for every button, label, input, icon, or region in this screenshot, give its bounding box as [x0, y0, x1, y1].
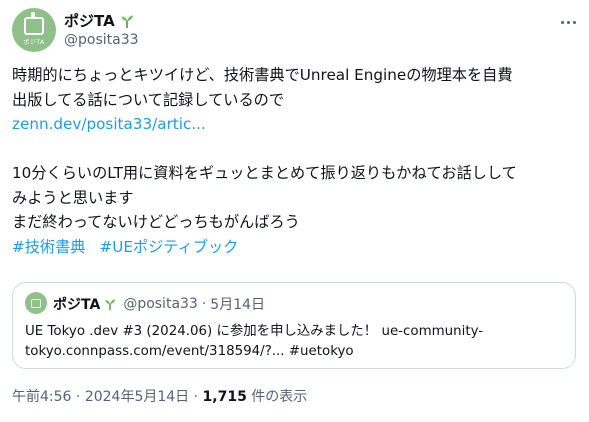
footer-separator: · [193, 389, 199, 405]
bag-icon [31, 298, 41, 308]
quoted-line: tokyo.connpass.com/event/318594/?... #ue… [25, 344, 354, 359]
sprout-icon [105, 299, 116, 311]
quoted-date: 5月14日 [210, 297, 266, 313]
tweet-line: まだ終わってないけどどっちもがんばろう [12, 213, 300, 231]
hashtag-link[interactable]: #技術書典 [12, 238, 85, 256]
quoted-text: UE Tokyo .dev #3 (2024.06) に参加を申し込みました！ … [25, 322, 565, 362]
author-display-name[interactable]: ポジTA [64, 10, 115, 31]
tweet-date[interactable]: 2024年5月14日 [85, 389, 189, 405]
quoted-line: UE Tokyo .dev #3 (2024.06) に参加を申し込みました！ … [25, 324, 484, 339]
quoted-header: ポジTA @posita33 · 5月14日 [53, 294, 265, 314]
sprout-icon [121, 15, 133, 28]
author-name-row: ポジTA [64, 10, 135, 31]
more-horizontal-icon [560, 20, 564, 24]
quoted-handle: @posita33 [123, 296, 198, 312]
quoted-avatar [25, 292, 47, 314]
tweet-line: 10分くらいのLT用に資料をギュッとまとめて振り返りもかねてお話しして [12, 164, 517, 182]
tweet-footer: 午前4:56 · 2024年5月14日 · 1,715 件の表示 [12, 386, 307, 406]
author-avatar[interactable]: ポジTA [12, 8, 56, 52]
hashtag-link[interactable]: #UEポジティブック [99, 238, 238, 256]
tweet-line: みようと思います [12, 188, 134, 207]
quoted-separator: · [201, 296, 207, 312]
footer-separator: · [75, 389, 81, 405]
tweet-line: 出版してる話について記録しているので [12, 90, 285, 109]
views-label: 件の表示 [251, 389, 308, 405]
quoted-display-name: ポジTA [53, 297, 101, 313]
tweet-time[interactable]: 午前4:56 [12, 389, 71, 405]
author-handle[interactable]: @posita33 [64, 32, 139, 48]
tweet-link[interactable]: zenn.dev/posita33/artic... [12, 115, 206, 133]
tweet-line: 時期的にちょっとキツイけど、技術書典でUnreal Engineの物理本を自費 [12, 66, 513, 84]
quoted-tweet[interactable]: ポジTA @posita33 · 5月14日 UE Tokyo .dev #3 … [12, 282, 576, 369]
avatar-text: ポジTA [23, 38, 45, 46]
tweet-text: 時期的にちょっとキツイけど、技術書典でUnreal Engineの物理本を自費 … [12, 63, 580, 259]
bag-icon [24, 11, 44, 35]
views-count: 1,715 [202, 389, 247, 405]
more-button[interactable] [556, 12, 580, 32]
